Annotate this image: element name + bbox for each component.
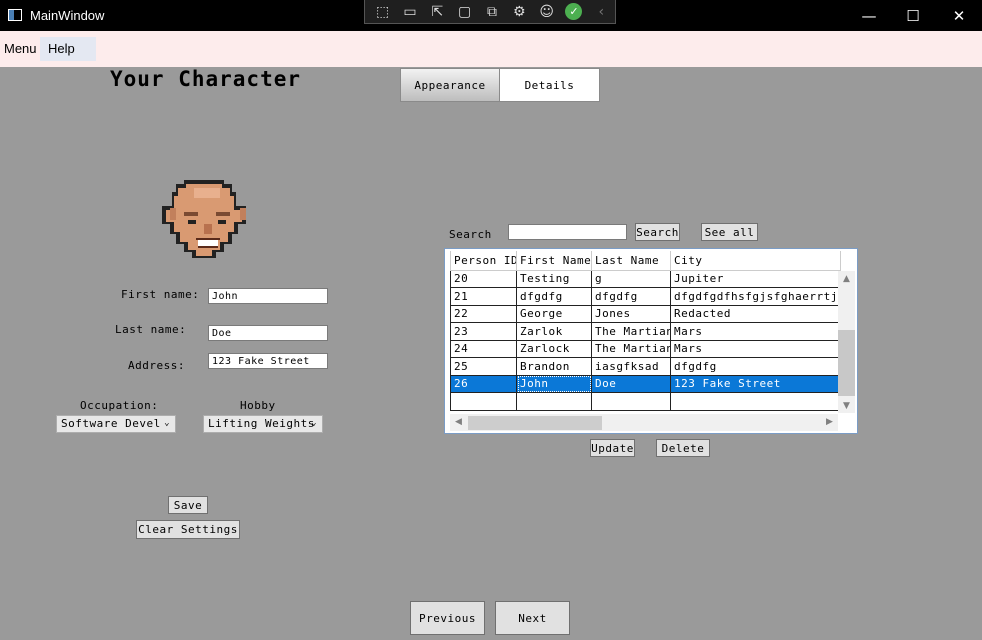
page-title: Your Character [110, 67, 302, 91]
cell-city[interactable]: 123 Fake Street [670, 374, 841, 393]
tab-details[interactable]: Details [500, 68, 600, 102]
accessibility-icon[interactable]: ☺ [533, 1, 560, 23]
cell-last-name[interactable]: Doe [591, 374, 671, 393]
menu-item-menu[interactable]: Menu [4, 41, 37, 56]
cell-person-id[interactable] [450, 392, 517, 411]
cell-first-name[interactable]: John [516, 374, 592, 393]
column-header-first-name[interactable]: First Name [516, 251, 592, 271]
horizontal-scroll-thumb[interactable] [468, 416, 602, 430]
hobby-value: Lifting Weights [208, 417, 315, 430]
cell-first-name[interactable]: dfgdfg [516, 287, 592, 306]
scroll-up-icon[interactable]: ▲ [843, 274, 850, 284]
cell-city[interactable]: Mars [670, 339, 841, 358]
cell-first-name[interactable]: George [516, 304, 592, 323]
last-name-field[interactable]: Doe [208, 325, 328, 341]
scroll-right-icon[interactable]: ▶ [826, 417, 833, 427]
close-button[interactable]: ✕ [936, 0, 982, 31]
occupation-label: Occupation: [80, 399, 159, 412]
title-bar: MainWindow ⬚ ▭ ⇱ ▢ ⧉ ⚙ ☺ ✓ ‹ — ☐ ✕ [0, 0, 982, 31]
first-name-label: First name: [121, 288, 200, 301]
tab-appearance[interactable]: Appearance [400, 68, 500, 102]
table-row[interactable]: 20 Testing g Jupiter [450, 269, 841, 288]
cell-person-id[interactable]: 20 [450, 269, 517, 288]
see-all-button[interactable]: See all [701, 223, 758, 241]
occupation-value: Software Devel [61, 417, 161, 430]
scroll-down-icon[interactable]: ▼ [843, 401, 850, 411]
cell-last-name[interactable] [591, 392, 671, 411]
search-button[interactable]: Search [635, 223, 680, 241]
table-row-selected[interactable]: 26 John Doe 123 Fake Street [450, 374, 841, 393]
cell-last-name[interactable]: The Martian [591, 322, 671, 341]
select-mode-icon[interactable]: ⇱ [424, 1, 451, 23]
cell-last-name[interactable]: The Martian [591, 339, 671, 358]
cell-person-id[interactable]: 25 [450, 357, 517, 376]
address-label: Address: [128, 359, 185, 372]
live-visual-tree-icon[interactable]: ▭ [396, 1, 423, 23]
cell-city[interactable]: Mars [670, 322, 841, 341]
scroll-left-icon[interactable]: ◀ [455, 417, 462, 427]
cell-first-name[interactable]: Zarlok [516, 322, 592, 341]
debug-toolbar: ⬚ ▭ ⇱ ▢ ⧉ ⚙ ☺ ✓ ‹ [364, 0, 616, 24]
cell-last-name[interactable]: dfgdfg [591, 287, 671, 306]
cell-first-name[interactable]: Testing [516, 269, 592, 288]
cell-city[interactable] [670, 392, 841, 411]
cell-first-name[interactable]: Brandon [516, 357, 592, 376]
cell-last-name[interactable]: iasgfksad [591, 357, 671, 376]
last-name-label: Last name: [115, 323, 187, 336]
previous-button[interactable]: Previous [410, 601, 485, 635]
next-button[interactable]: Next [495, 601, 570, 635]
cell-city[interactable]: dfgdfg [670, 357, 841, 376]
people-table[interactable]: Person ID First Name Last Name City 20 T… [444, 248, 858, 434]
minimize-button[interactable]: — [846, 0, 892, 31]
first-name-field[interactable]: John [208, 288, 328, 304]
chevron-down-icon: ⌄ [164, 418, 170, 428]
cell-person-id[interactable]: 21 [450, 287, 517, 306]
hobby-select[interactable]: Lifting Weights ⌄ [203, 415, 323, 433]
cell-person-id[interactable]: 24 [450, 339, 517, 358]
menu-bar: Menu Help [0, 31, 982, 67]
hobby-label: Hobby [240, 399, 276, 412]
delete-button[interactable]: Delete [656, 439, 710, 457]
track-focus-icon[interactable]: ⧉ [478, 1, 505, 23]
character-avatar [162, 180, 246, 258]
select-element-icon[interactable]: ⬚ [369, 1, 396, 23]
save-button[interactable]: Save [168, 496, 208, 514]
address-field[interactable]: 123 Fake Street [208, 353, 328, 369]
cell-first-name[interactable] [516, 392, 592, 411]
occupation-select[interactable]: Software Devel ⌄ [56, 415, 176, 433]
chevron-down-icon: ⌄ [311, 418, 317, 428]
cell-first-name[interactable]: Zarlock [516, 339, 592, 358]
collapse-icon[interactable]: ‹ [588, 1, 615, 23]
table-row[interactable]: 25 Brandon iasgfksad dfgdfg [450, 357, 841, 376]
clear-settings-button[interactable]: Clear Settings [136, 520, 240, 539]
cell-city[interactable]: Redacted [670, 304, 841, 323]
update-button[interactable]: Update [590, 439, 635, 457]
cell-person-id[interactable]: 22 [450, 304, 517, 323]
cell-city[interactable]: Jupiter [670, 269, 841, 288]
binding-failures-icon[interactable]: ⚙ [506, 1, 533, 23]
cell-person-id[interactable]: 26 [450, 374, 517, 393]
check-icon[interactable]: ✓ [560, 1, 587, 23]
cell-last-name[interactable]: Jones [591, 304, 671, 323]
table-header-row: Person ID First Name Last Name City [450, 251, 841, 271]
cell-last-name[interactable]: g [591, 269, 671, 288]
cell-person-id[interactable]: 23 [450, 322, 517, 341]
column-header-last-name[interactable]: Last Name [591, 251, 671, 271]
table-row[interactable]: 24 Zarlock The Martian Mars [450, 339, 841, 358]
table-row[interactable]: 22 George Jones Redacted [450, 304, 841, 323]
table-row-new[interactable] [450, 392, 841, 411]
search-label: Search [449, 228, 492, 241]
maximize-button[interactable]: ☐ [890, 0, 936, 31]
table-row[interactable]: 23 Zarlok The Martian Mars [450, 322, 841, 341]
display-adorners-icon[interactable]: ▢ [451, 1, 478, 23]
vertical-scroll-thumb[interactable] [838, 330, 855, 396]
app-icon [8, 9, 22, 21]
table-row[interactable]: 21 dfgdfg dfgdfg dfgdfgdfhsfgjsfghaerrtj… [450, 287, 841, 306]
cell-city[interactable]: dfgdfgdfhsfgjsfghaerrtjh [670, 287, 841, 306]
menu-item-help[interactable]: Help [48, 41, 75, 56]
column-header-person-id[interactable]: Person ID [450, 251, 517, 271]
search-input[interactable] [508, 224, 627, 240]
column-header-city[interactable]: City [670, 251, 841, 271]
window-title: MainWindow [30, 8, 105, 23]
